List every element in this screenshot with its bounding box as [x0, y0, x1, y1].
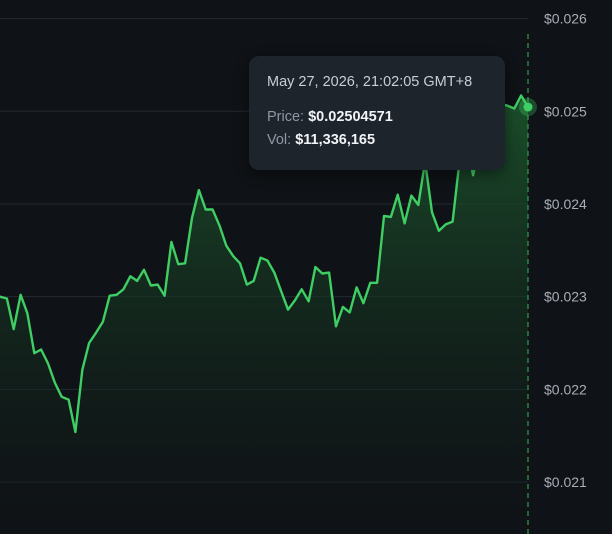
tooltip-volume-label: Vol:: [267, 132, 292, 148]
tooltip-price-value: $0.02504571: [308, 109, 393, 125]
tooltip-timestamp: May 27, 2026, 21:02:05 GMT+8: [267, 74, 473, 90]
tooltip-volume-value: $11,336,165: [295, 132, 376, 148]
y-tick-label: $0.023: [544, 289, 587, 305]
price-chart[interactable]: $0.026 $0.025 $0.024 $0.023 $0.022 $0.021 May…: [0, 0, 612, 534]
y-tick-label: $0.025: [544, 103, 587, 119]
tooltip-volume-row: Vol: $11,336,165: [267, 132, 487, 148]
y-tick-label: $0.026: [544, 11, 587, 27]
price-tooltip: May 27, 2026, 21:02:05 GMT+8 Price: $0.0…: [249, 56, 505, 170]
y-tick-label: $0.021: [544, 474, 587, 490]
tooltip-price-row: Price: $0.02504571: [267, 109, 487, 125]
tooltip-price-label: Price:: [267, 109, 305, 125]
y-tick-label: $0.024: [544, 196, 587, 212]
y-tick-label: $0.022: [544, 381, 587, 397]
y-axis: $0.026 $0.025 $0.024 $0.023 $0.022 $0.021: [544, 11, 587, 491]
